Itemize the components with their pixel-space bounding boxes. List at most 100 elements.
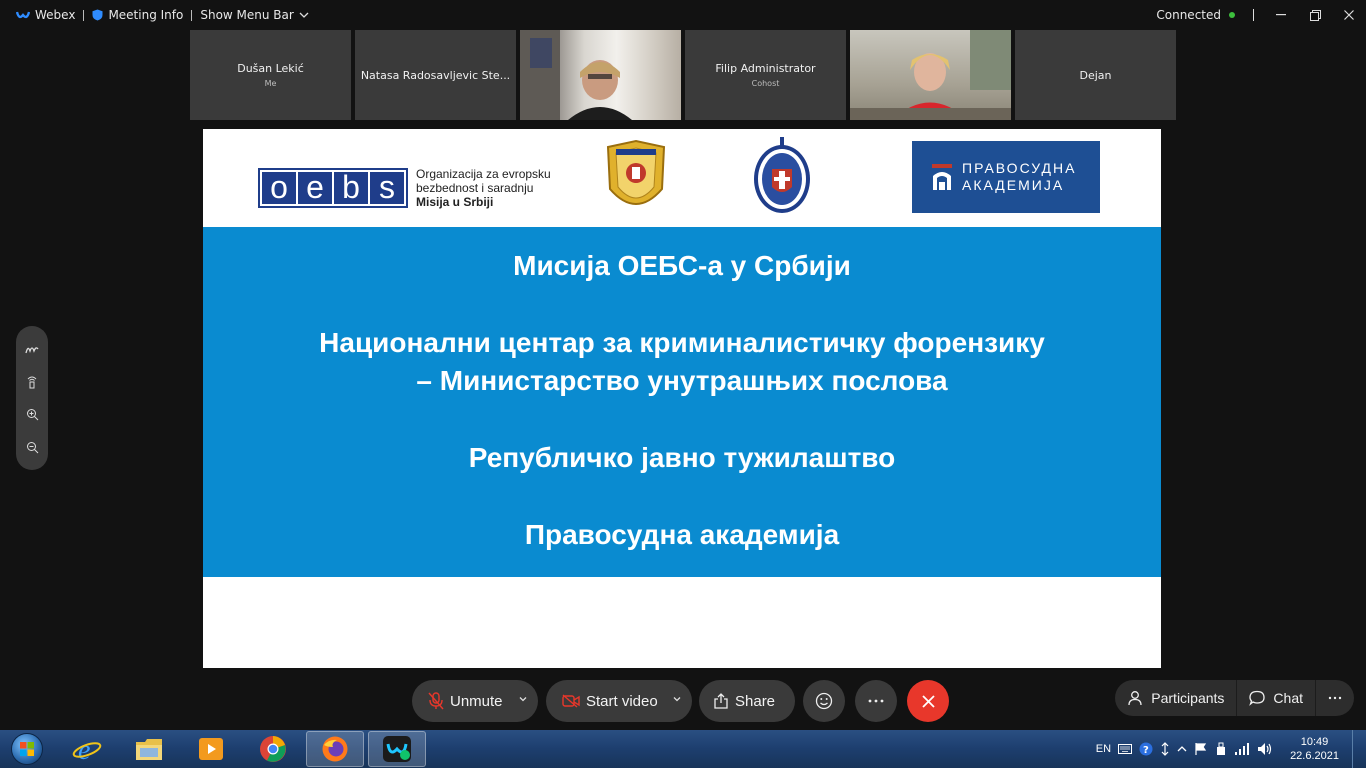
academy-text-line: АКАДЕМИЈА: [962, 177, 1065, 193]
connection-status[interactable]: Connected: [1156, 8, 1253, 22]
start-video-button[interactable]: Start video: [546, 680, 692, 722]
chat-icon: [1249, 690, 1266, 706]
chevron-down-icon[interactable]: [672, 694, 682, 704]
chevron-down-icon: [299, 12, 309, 18]
internet-explorer-icon: e: [72, 735, 102, 763]
restore-icon: [1309, 9, 1321, 21]
unmute-label: Unmute: [450, 692, 503, 710]
taskbar-firefox[interactable]: [306, 731, 364, 767]
slide-logo-row: o e b s Organizacija za evropsku bezbedn…: [203, 129, 1161, 227]
participant-name: Filip Administrator: [715, 62, 816, 75]
oebs-letter: e: [298, 171, 332, 204]
zoom-in-button[interactable]: [22, 405, 42, 425]
minimize-button[interactable]: [1264, 0, 1298, 30]
chrome-icon: [260, 736, 286, 762]
start-video-label: Start video: [586, 692, 658, 710]
slide-line: Национални центар за криминалистичку фор…: [319, 327, 1045, 358]
firefox-icon: [322, 736, 348, 762]
taskbar-chrome[interactable]: [244, 731, 302, 767]
participants-label: Participants: [1151, 690, 1225, 706]
close-icon: [921, 694, 935, 708]
webex-logo-icon: [16, 11, 30, 19]
more-icon: [1328, 696, 1342, 700]
participant-tile[interactable]: Dejan: [1015, 30, 1176, 120]
start-button[interactable]: [0, 730, 54, 768]
connection-status-label: Connected: [1156, 8, 1221, 22]
participant-video-feed: [850, 30, 1011, 120]
svg-text:e: e: [78, 735, 90, 763]
show-desktop-button[interactable]: [1352, 730, 1362, 768]
participant-video-tile[interactable]: [850, 30, 1011, 120]
usb-device-icon[interactable]: [1215, 742, 1227, 756]
oebs-letter: b: [334, 171, 368, 204]
participant-strip: Dušan Lekić Me Natasa Radosavljevic Ste.…: [190, 30, 1176, 120]
taskbar-webex[interactable]: [368, 731, 426, 767]
participant-tile[interactable]: Filip Administrator Cohost: [685, 30, 846, 120]
oebs-text-line: Organizacija za evropsku: [416, 167, 551, 181]
zoom-in-icon: [26, 409, 38, 421]
slide-title-banner: Мисија ОЕБС-а у Србији Национални центар…: [203, 227, 1161, 577]
minimize-icon: [1276, 14, 1286, 16]
taskbar-clock[interactable]: 10:49 22.6.2021: [1290, 735, 1339, 763]
participants-button[interactable]: Participants: [1115, 680, 1238, 716]
meeting-controls: Unmute Start video Share Participants Ch…: [0, 668, 1366, 730]
oebs-text-line: Misija u Srbiji: [416, 195, 494, 209]
top-bar: Webex Meeting Info Show Menu Bar Connect…: [0, 0, 1366, 30]
remote-control-button[interactable]: [22, 372, 42, 392]
share-icon: [714, 693, 728, 709]
shield-icon: [92, 9, 103, 21]
chevron-down-icon[interactable]: [518, 694, 528, 704]
taskbar-internet-explorer[interactable]: e: [58, 731, 116, 767]
oebs-text-line: bezbednost i saradnju: [416, 181, 534, 195]
person-icon: [1128, 691, 1142, 706]
participant-video-tile[interactable]: [520, 30, 681, 120]
more-panels-button[interactable]: [1316, 680, 1354, 716]
language-indicator[interactable]: EN: [1096, 743, 1111, 755]
show-menu-bar-label: Show Menu Bar: [200, 8, 294, 22]
chat-button[interactable]: Chat: [1237, 680, 1316, 716]
clock-time: 10:49: [1300, 736, 1329, 748]
participant-name: Dušan Lekić: [237, 62, 304, 75]
participant-tile[interactable]: Dušan Lekić Me: [190, 30, 351, 120]
academy-logo-text: ПРАВОСУДНА АКАДЕМИЈА: [962, 160, 1076, 194]
oebs-logo-mark: o e b s: [258, 168, 408, 208]
network-adapter-icon[interactable]: [1160, 742, 1170, 756]
taskbar-file-explorer[interactable]: [120, 731, 178, 767]
participant-tile[interactable]: Natasa Radosavljevic Ste...: [355, 30, 516, 120]
slide-line: Правосудна академија: [524, 519, 840, 550]
show-menu-bar-button[interactable]: Show Menu Bar: [192, 8, 316, 22]
close-window-button[interactable]: [1332, 0, 1366, 30]
pen-icon: [25, 346, 39, 353]
academy-text-line: ПРАВОСУДНА: [962, 160, 1077, 176]
annotate-button[interactable]: [22, 339, 42, 359]
meeting-info-label: Meeting Info: [108, 8, 184, 22]
webex-app-menu[interactable]: Webex: [8, 8, 83, 22]
shared-content-slide: o e b s Organizacija za evropsku bezbedn…: [203, 129, 1161, 668]
judicial-academy-logo: ПРАВОСУДНА АКАДЕМИЈА: [912, 141, 1100, 213]
restore-button[interactable]: [1298, 0, 1332, 30]
zoom-out-button[interactable]: [22, 438, 42, 458]
leave-meeting-button[interactable]: [907, 680, 949, 722]
folder-icon: [136, 739, 162, 760]
more-options-button[interactable]: [855, 680, 897, 722]
unmute-button[interactable]: Unmute: [412, 680, 538, 722]
action-center-flag-icon[interactable]: [1194, 742, 1208, 756]
svg-text:?: ?: [1143, 745, 1149, 756]
volume-icon[interactable]: [1257, 742, 1273, 756]
reactions-button[interactable]: [803, 680, 845, 722]
taskbar-media-player[interactable]: [182, 731, 240, 767]
forensics-badge-icon: [606, 139, 666, 205]
share-button[interactable]: Share: [699, 680, 795, 722]
remote-control-icon: [27, 376, 37, 388]
status-dot-icon: [1229, 12, 1235, 18]
meeting-info-button[interactable]: Meeting Info: [84, 8, 191, 22]
signal-bars-icon[interactable]: [1234, 743, 1250, 755]
chat-label: Chat: [1273, 690, 1303, 706]
keyboard-icon[interactable]: [1118, 744, 1133, 754]
more-icon: [868, 699, 884, 703]
participant-video-feed: [520, 30, 632, 120]
oebs-letter: o: [262, 171, 296, 204]
clock-date: 22.6.2021: [1290, 750, 1339, 762]
help-icon[interactable]: ?: [1139, 742, 1153, 756]
show-hidden-icons-icon[interactable]: [1177, 745, 1187, 753]
